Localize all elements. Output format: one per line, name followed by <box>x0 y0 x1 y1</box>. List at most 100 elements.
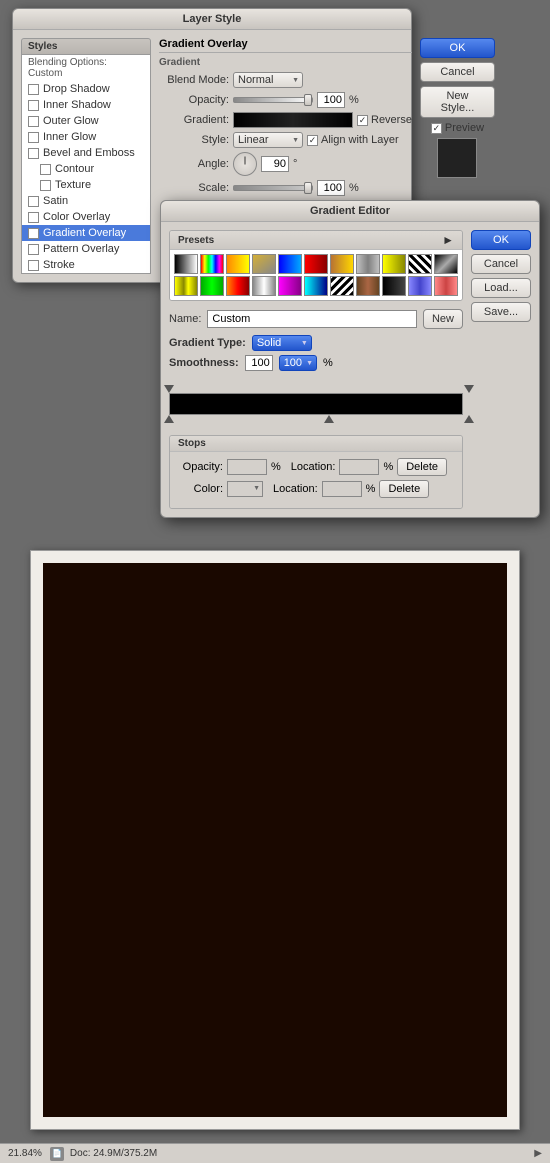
preset-15[interactable] <box>252 276 276 296</box>
stroke-checkbox[interactable] <box>28 260 39 271</box>
preset-19[interactable] <box>356 276 380 296</box>
stop-opacity-location[interactable] <box>339 459 379 475</box>
new-gradient-button[interactable]: New <box>423 309 463 329</box>
gradient-editor-buttons: OK Cancel Load... Save... <box>471 230 531 509</box>
scale-slider[interactable] <box>233 185 313 191</box>
preview-checkbox[interactable] <box>431 123 442 134</box>
satin-checkbox[interactable] <box>28 196 39 207</box>
gradient-bar[interactable] <box>169 393 463 415</box>
opacity-stop-row: Opacity: % Location: % Delete <box>178 458 454 476</box>
gradient-overlay-checkbox[interactable] <box>28 228 39 239</box>
gradient-save-button[interactable]: Save... <box>471 302 531 322</box>
preset-9[interactable] <box>382 254 406 274</box>
preset-7[interactable] <box>330 254 354 274</box>
preset-2[interactable] <box>200 254 224 274</box>
gradient-swatch[interactable] <box>233 112 353 128</box>
zoom-level: 21.84% <box>8 1148 42 1159</box>
gradient-editor-main: Presets ► <box>169 230 463 509</box>
sidebar-item-color-overlay[interactable]: Color Overlay <box>22 209 150 225</box>
smoothness-dropdown[interactable]: 100 <box>279 355 317 371</box>
top-stop-left[interactable] <box>164 385 174 393</box>
opacity-thumb[interactable] <box>304 94 312 106</box>
texture-checkbox[interactable] <box>40 180 51 191</box>
stop-color-location[interactable] <box>322 481 362 497</box>
sidebar-item-stroke[interactable]: Stroke <box>22 257 150 273</box>
status-arrow[interactable]: ▶ <box>534 1148 542 1159</box>
preset-17[interactable] <box>304 276 328 296</box>
preset-12[interactable] <box>174 276 198 296</box>
preset-22[interactable] <box>434 276 458 296</box>
stop-opacity-percent: % <box>271 461 281 473</box>
gradient-ok-button[interactable]: OK <box>471 230 531 250</box>
angle-input[interactable] <box>261 156 289 172</box>
style-select[interactable]: Linear <box>233 132 303 148</box>
pattern-overlay-checkbox[interactable] <box>28 244 39 255</box>
preset-14[interactable] <box>226 276 250 296</box>
name-input[interactable] <box>207 310 417 328</box>
sidebar-item-satin[interactable]: Satin <box>22 193 150 209</box>
preset-1[interactable] <box>174 254 198 274</box>
gradient-type-select[interactable]: Solid <box>252 335 312 351</box>
sidebar-item-outer-glow[interactable]: Outer Glow <box>22 113 150 129</box>
preset-11[interactable] <box>434 254 458 274</box>
inner-glow-checkbox[interactable] <box>28 132 39 143</box>
stop-opacity-input[interactable] <box>227 459 267 475</box>
color-overlay-checkbox[interactable] <box>28 212 39 223</box>
preset-20[interactable] <box>382 276 406 296</box>
presets-menu-icon[interactable]: ► <box>442 233 454 247</box>
bevel-emboss-checkbox[interactable] <box>28 148 39 159</box>
sidebar-item-inner-glow[interactable]: Inner Glow <box>22 129 150 145</box>
gradient-cancel-button[interactable]: Cancel <box>471 254 531 274</box>
preset-18[interactable] <box>330 276 354 296</box>
section-heading: Gradient Overlay <box>159 38 412 53</box>
preset-21[interactable] <box>408 276 432 296</box>
sidebar-item-drop-shadow[interactable]: Drop Shadow <box>22 81 150 97</box>
inner-shadow-checkbox[interactable] <box>28 100 39 111</box>
sidebar-item-gradient-overlay[interactable]: Gradient Overlay <box>22 225 150 241</box>
cancel-button[interactable]: Cancel <box>420 62 495 82</box>
smoothness-input[interactable] <box>245 355 273 371</box>
preset-16[interactable] <box>278 276 302 296</box>
color-stop-row: Color: Location: % Delete <box>178 480 454 498</box>
stop-color-loc-percent: % <box>366 483 376 495</box>
preset-5[interactable] <box>278 254 302 274</box>
color-delete-button[interactable]: Delete <box>379 480 429 498</box>
presets-section: Presets ► <box>169 230 463 301</box>
sidebar-item-contour[interactable]: Contour <box>22 161 150 177</box>
bottom-stop-left[interactable] <box>164 415 174 423</box>
preset-10[interactable] <box>408 254 432 274</box>
sidebar-item-bevel-emboss[interactable]: Bevel and Emboss <box>22 145 150 161</box>
opacity-slider[interactable] <box>233 97 313 103</box>
gradient-load-button[interactable]: Load... <box>471 278 531 298</box>
sidebar-item-pattern-overlay[interactable]: Pattern Overlay <box>22 241 150 257</box>
preset-3[interactable] <box>226 254 250 274</box>
scale-input[interactable] <box>317 180 345 196</box>
opacity-input[interactable] <box>317 92 345 108</box>
reverse-checkbox[interactable] <box>357 115 368 126</box>
opacity-delete-button[interactable]: Delete <box>397 458 447 476</box>
scale-thumb[interactable] <box>304 182 312 194</box>
outer-glow-checkbox[interactable] <box>28 116 39 127</box>
preset-4[interactable] <box>252 254 276 274</box>
angle-degree: ° <box>293 158 297 170</box>
ok-button[interactable]: OK <box>420 38 495 58</box>
new-style-button[interactable]: New Style... <box>420 86 495 118</box>
preset-13[interactable] <box>200 276 224 296</box>
top-stop-right[interactable] <box>464 385 474 393</box>
preset-8[interactable] <box>356 254 380 274</box>
angle-dial[interactable] <box>233 152 257 176</box>
blend-mode-select[interactable]: Normal <box>233 72 303 88</box>
drop-shadow-checkbox[interactable] <box>28 84 39 95</box>
styles-list: Blending Options: Custom Drop Shadow Inn… <box>21 55 151 274</box>
bottom-stop-mid[interactable] <box>324 415 334 423</box>
contour-checkbox[interactable] <box>40 164 51 175</box>
sidebar-item-inner-shadow[interactable]: Inner Shadow <box>22 97 150 113</box>
sidebar-item-texture[interactable]: Texture <box>22 177 150 193</box>
doc-icon[interactable]: 📄 <box>50 1147 64 1161</box>
preset-6[interactable] <box>304 254 328 274</box>
align-layer-checkbox[interactable] <box>307 135 318 146</box>
sidebar-item-blending[interactable]: Blending Options: Custom <box>22 55 150 81</box>
gradient-type-label: Gradient Type: <box>169 337 246 349</box>
stop-color-swatch[interactable] <box>227 481 263 497</box>
bottom-stop-right[interactable] <box>464 415 474 423</box>
